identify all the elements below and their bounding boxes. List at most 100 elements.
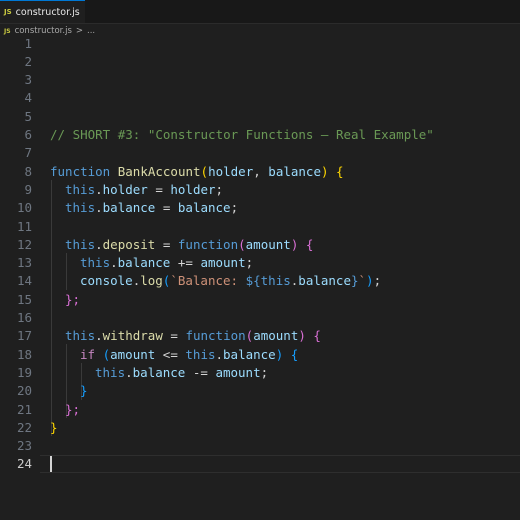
property-token: balance	[223, 346, 276, 362]
code-line: }	[80, 383, 88, 398]
keyword-token: if	[80, 346, 96, 362]
line-number: 5	[24, 108, 32, 124]
template-string-token: `	[358, 273, 367, 289]
operator-token: +=	[170, 255, 201, 271]
semicolon-token: ;	[230, 200, 239, 216]
operator-token: =	[155, 236, 178, 252]
paren-token: (	[200, 163, 209, 179]
semicolon-token: ;	[373, 273, 382, 289]
tab-label: constructor.js	[15, 6, 80, 18]
closing-token: };	[65, 291, 81, 307]
this-token: this	[80, 255, 111, 271]
semicolon-token: ;	[215, 181, 224, 197]
this-token: this	[65, 236, 96, 252]
operator-token: <=	[155, 346, 186, 362]
comment-token: // SHORT #3: "Constructor Functions – Re…	[50, 127, 434, 142]
code-line: console.log(`Balance: ${this.balance}`);	[80, 273, 381, 288]
keyword-token: function	[185, 328, 246, 344]
identifier-token: holder	[170, 181, 216, 197]
line-number: 2	[24, 53, 32, 69]
method-name-token: withdraw	[102, 328, 163, 344]
param-token: amount	[253, 328, 299, 344]
this-token: this	[65, 328, 96, 344]
method-name-token: deposit	[102, 236, 156, 252]
code-line: };	[65, 292, 80, 307]
comma-token: ,	[253, 163, 269, 179]
dot-token: .	[95, 200, 103, 216]
line-number: 11	[16, 218, 32, 234]
brace-token: {	[313, 328, 321, 344]
closing-token: };	[65, 401, 81, 417]
operator-token: =	[147, 181, 171, 197]
paren-token: (	[102, 346, 111, 362]
line-number: 23	[16, 438, 32, 454]
dot-token: .	[95, 328, 103, 344]
property-token: balance	[298, 273, 351, 289]
code-line: this.balance += amount;	[80, 255, 253, 270]
paren-token: (	[238, 236, 246, 252]
operator-token: =	[155, 200, 178, 216]
this-token: this	[260, 273, 291, 289]
brace-token: {	[290, 346, 299, 362]
property-token: balance	[117, 255, 171, 271]
brace-token: }	[50, 419, 58, 435]
line-number: 7	[24, 145, 32, 161]
this-token: this	[95, 364, 126, 380]
property-token: balance	[102, 200, 156, 216]
javascript-file-icon: JS	[4, 8, 12, 16]
line-number-active: 24	[16, 456, 32, 472]
code-line: if (amount <= this.balance) {	[80, 347, 298, 362]
paren-token: )	[366, 273, 374, 289]
semicolon-token: ;	[260, 364, 269, 380]
this-token: this	[185, 346, 216, 362]
property-token: holder	[102, 181, 148, 197]
brace-token: {	[336, 163, 344, 179]
identifier-token: console	[80, 273, 133, 289]
template-string-token: `Balance:	[170, 273, 246, 289]
code-editor[interactable]: 1 2 3 4 5 6 7 8 9 10 11 12 13 14 15 16 1…	[0, 34, 520, 520]
keyword-token: function	[50, 163, 111, 179]
code-line: this.deposit = function(amount) {	[65, 237, 313, 252]
dot-token: .	[125, 364, 133, 380]
editor-tab-bar: JS constructor.js	[0, 0, 520, 24]
operator-token: -=	[185, 364, 216, 380]
line-number: 16	[16, 310, 32, 325]
dot-token: .	[95, 181, 103, 197]
identifier-token: amount	[200, 255, 246, 271]
brace-token: }	[80, 383, 88, 399]
method-name-token: log	[140, 273, 163, 289]
line-number: 3	[24, 72, 32, 88]
template-expr-token: ${	[245, 273, 261, 289]
property-token: balance	[132, 364, 186, 380]
brace-token: {	[305, 236, 314, 252]
this-token: this	[65, 200, 96, 216]
param-token: balance	[268, 163, 321, 179]
semicolon-token: ;	[245, 255, 254, 271]
code-line: this.balance -= amount;	[95, 365, 268, 380]
code-line: // SHORT #3: "Constructor Functions – Re…	[50, 127, 434, 142]
code-line: this.withdraw = function(amount) {	[65, 328, 321, 343]
paren-token: )	[320, 163, 329, 179]
identifier-token: amount	[215, 364, 261, 380]
operator-token: =	[162, 328, 186, 344]
dot-token: .	[95, 236, 103, 252]
dot-token: .	[215, 346, 224, 362]
identifier-token: amount	[110, 346, 156, 362]
code-line: }	[50, 420, 58, 435]
code-line: this.holder = holder;	[65, 182, 223, 197]
param-token: amount	[245, 236, 291, 252]
template-expr-token: }	[350, 273, 359, 289]
keyword-token: function	[177, 236, 239, 252]
tab-constructor-js[interactable]: JS constructor.js	[0, 0, 85, 23]
dot-token: .	[110, 255, 118, 271]
function-name-token: BankAccount	[117, 163, 201, 179]
this-token: this	[65, 181, 96, 197]
param-token: holder	[208, 163, 254, 179]
code-line: function BankAccount(holder, balance) {	[50, 164, 344, 179]
code-line: };	[65, 402, 80, 417]
